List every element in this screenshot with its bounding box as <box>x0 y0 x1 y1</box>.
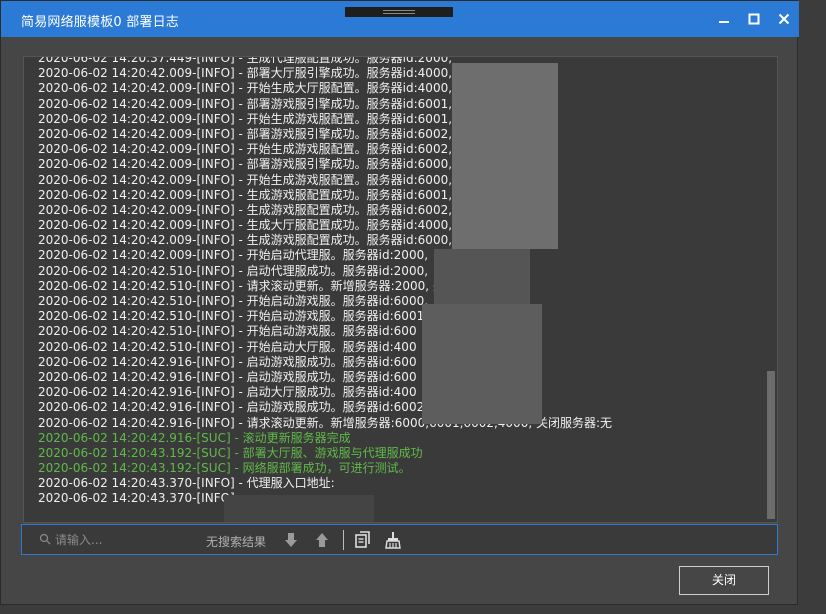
search-result-text: 无搜索结果 <box>206 535 267 549</box>
deploy-log-window: 简易网络服模板0 部署日志 2020-06-02 14:20:37.449-[I… <box>0 0 799 605</box>
log-line: 2020-06-02 14:20:43.192-[SUC] - 网络服部署成功，… <box>38 461 411 476</box>
next-result-button[interactable] <box>281 530 301 550</box>
minimize-icon <box>719 21 729 23</box>
previous-result-button[interactable] <box>312 530 332 550</box>
maximize-button[interactable] <box>744 9 764 29</box>
redacted-blur <box>434 249 530 304</box>
maximize-icon <box>748 13 760 25</box>
close-button[interactable]: 关闭 <box>679 566 769 595</box>
redacted-blur <box>422 304 542 424</box>
log-scrollbar[interactable] <box>767 59 775 520</box>
log-line: 2020-06-02 14:20:43.370-[INFO] - 代理服入口地址… <box>38 476 335 491</box>
drag-grip-handle[interactable] <box>345 7 453 17</box>
search-input[interactable] <box>55 531 205 549</box>
copy-log-button[interactable] <box>353 530 373 550</box>
log-line: 2020-06-02 14:20:43.192-[SUC] - 部署大厅服、游戏… <box>38 445 423 460</box>
log-output-panel[interactable]: 2020-06-02 14:20:37.449-[INFO] - 生成代理服配置… <box>23 56 778 523</box>
clear-log-button[interactable] <box>383 530 403 550</box>
search-bar: 无搜索结果 <box>21 524 778 555</box>
window-title: 简易网络服模板0 部署日志 <box>21 15 180 30</box>
log-scrollbar-thumb[interactable] <box>767 371 775 519</box>
redacted-blur <box>224 495 374 522</box>
broom-icon <box>385 532 401 549</box>
search-icon <box>39 533 51 545</box>
close-icon <box>778 13 790 25</box>
log-line: 2020-06-02 14:20:42.916-[SUC] - 滚动更新服务器完… <box>38 430 351 445</box>
toolbar-divider <box>343 530 344 550</box>
title-bar[interactable]: 简易网络服模板0 部署日志 <box>1 1 799 37</box>
minimize-button[interactable] <box>714 9 734 29</box>
arrow-down-icon <box>285 533 297 547</box>
close-window-button[interactable] <box>774 9 794 29</box>
arrow-up-icon <box>316 533 328 547</box>
redacted-blur <box>452 63 558 249</box>
copy-icon <box>355 531 370 548</box>
